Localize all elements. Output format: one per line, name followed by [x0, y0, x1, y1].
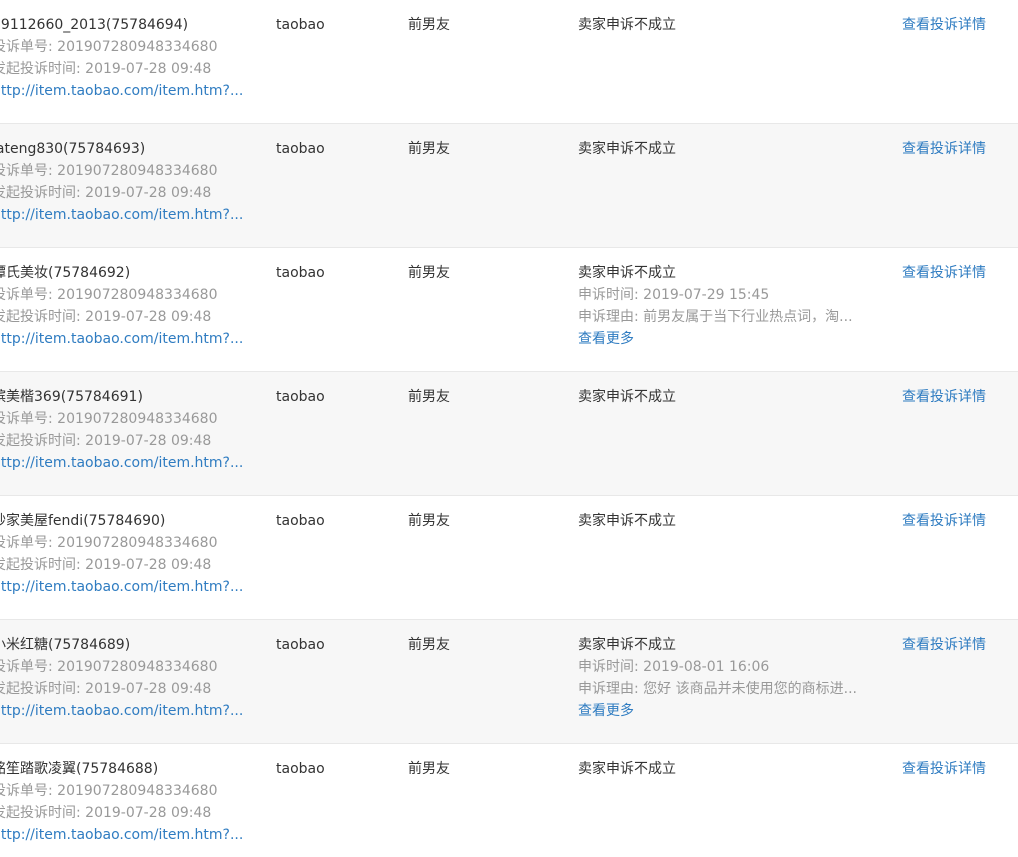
- complaint-number: 投诉单号: 201907280948334680: [0, 783, 218, 799]
- view-complaint-details-link[interactable]: 查看投诉详情: [902, 510, 986, 532]
- filed-time: 发起投诉时间: 2019-07-28 09:48: [0, 681, 212, 697]
- appeal-time: 申诉时间: 2019-07-29 15:45: [578, 287, 770, 303]
- store-name: 铭笙踏歌凌翼(75784688): [0, 761, 159, 777]
- complaint-number: 投诉单号: 201907280948334680: [0, 411, 218, 427]
- view-more-link[interactable]: 查看更多: [578, 700, 878, 722]
- platform-cell: taobao: [276, 761, 325, 777]
- filed-time: 发起投诉时间: 2019-07-28 09:48: [0, 309, 212, 325]
- store-cell: 妙家美屋fendi(75784690) 投诉单号: 20190728094833…: [0, 510, 242, 598]
- store-name: 09112660_2013(75784694): [0, 17, 189, 33]
- status-text: 卖家申诉不成立: [578, 389, 676, 405]
- table-row: 妙家美屋fendi(75784690) 投诉单号: 20190728094833…: [0, 496, 1018, 620]
- filed-time: 发起投诉时间: 2019-07-28 09:48: [0, 805, 212, 821]
- item-link[interactable]: http://item.taobao.com/item.htm?...: [0, 204, 242, 226]
- keyword-cell: 前男友: [408, 265, 450, 281]
- view-more-link[interactable]: 查看更多: [578, 328, 878, 350]
- status-cell: 卖家申诉不成立: [578, 138, 878, 160]
- status-cell: 卖家申诉不成立 申诉时间: 2019-08-01 16:06 申诉理由: 您好 …: [578, 634, 878, 722]
- table-row: iateng830(75784693) 投诉单号: 20190728094833…: [0, 124, 1018, 248]
- item-link[interactable]: http://item.taobao.com/item.htm?...: [0, 700, 242, 722]
- store-cell: 铭笙踏歌凌翼(75784688) 投诉单号: 20190728094833468…: [0, 758, 242, 846]
- keyword-cell: 前男友: [408, 141, 450, 157]
- store-name: 妙家美屋fendi(75784690): [0, 513, 166, 529]
- store-cell: iateng830(75784693) 投诉单号: 20190728094833…: [0, 138, 242, 226]
- platform-cell: taobao: [276, 637, 325, 653]
- status-text: 卖家申诉不成立: [578, 761, 676, 777]
- view-complaint-details-link[interactable]: 查看投诉详情: [902, 262, 986, 284]
- item-link[interactable]: http://item.taobao.com/item.htm?...: [0, 328, 242, 350]
- status-cell: 卖家申诉不成立: [578, 14, 878, 36]
- store-name: 小米红糖(75784689): [0, 637, 131, 653]
- store-name: iateng830(75784693): [0, 141, 146, 157]
- table-row: 谭氏美妆(75784692) 投诉单号: 201907280948334680 …: [0, 248, 1018, 372]
- platform-cell: taobao: [276, 141, 325, 157]
- platform-cell: taobao: [276, 265, 325, 281]
- view-complaint-details-link[interactable]: 查看投诉详情: [902, 14, 986, 36]
- filed-time: 发起投诉时间: 2019-07-28 09:48: [0, 433, 212, 449]
- keyword-cell: 前男友: [408, 17, 450, 33]
- store-cell: 谭氏美妆(75784692) 投诉单号: 201907280948334680 …: [0, 262, 242, 350]
- store-cell: 小米红糖(75784689) 投诉单号: 201907280948334680 …: [0, 634, 242, 722]
- complaint-number: 投诉单号: 201907280948334680: [0, 287, 218, 303]
- status-text: 卖家申诉不成立: [578, 265, 676, 281]
- item-link[interactable]: http://item.taobao.com/item.htm?...: [0, 576, 242, 598]
- appeal-reason: 申诉理由: 前男友属于当下行业热点词，淘...: [578, 309, 853, 325]
- keyword-cell: 前男友: [408, 389, 450, 405]
- appeal-time: 申诉时间: 2019-08-01 16:06: [578, 659, 770, 675]
- item-link[interactable]: http://item.taobao.com/item.htm?...: [0, 452, 242, 474]
- platform-cell: taobao: [276, 17, 325, 33]
- store-name: 谭氏美妆(75784692): [0, 265, 131, 281]
- filed-time: 发起投诉时间: 2019-07-28 09:48: [0, 557, 212, 573]
- appeal-reason: 申诉理由: 您好 该商品并未使用您的商标进...: [578, 681, 857, 697]
- platform-cell: taobao: [276, 513, 325, 529]
- keyword-cell: 前男友: [408, 513, 450, 529]
- filed-time: 发起投诉时间: 2019-07-28 09:48: [0, 185, 212, 201]
- keyword-cell: 前男友: [408, 761, 450, 777]
- complaint-number: 投诉单号: 201907280948334680: [0, 163, 218, 179]
- view-complaint-details-link[interactable]: 查看投诉详情: [902, 386, 986, 408]
- store-name: 缤美楷369(75784691): [0, 389, 143, 405]
- complaint-number: 投诉单号: 201907280948334680: [0, 39, 218, 55]
- view-complaint-details-link[interactable]: 查看投诉详情: [902, 634, 986, 656]
- status-text: 卖家申诉不成立: [578, 637, 676, 653]
- filed-time: 发起投诉时间: 2019-07-28 09:48: [0, 61, 212, 77]
- status-cell: 卖家申诉不成立: [578, 758, 878, 780]
- table-row: 铭笙踏歌凌翼(75784688) 投诉单号: 20190728094833468…: [0, 744, 1018, 857]
- view-complaint-details-link[interactable]: 查看投诉详情: [902, 138, 986, 160]
- item-link[interactable]: http://item.taobao.com/item.htm?...: [0, 824, 242, 846]
- keyword-cell: 前男友: [408, 637, 450, 653]
- status-text: 卖家申诉不成立: [578, 17, 676, 33]
- store-cell: 09112660_2013(75784694) 投诉单号: 2019072809…: [0, 14, 242, 102]
- table-row: 小米红糖(75784689) 投诉单号: 201907280948334680 …: [0, 620, 1018, 744]
- store-cell: 缤美楷369(75784691) 投诉单号: 20190728094833468…: [0, 386, 242, 474]
- view-complaint-details-link[interactable]: 查看投诉详情: [902, 758, 986, 780]
- complaint-number: 投诉单号: 201907280948334680: [0, 535, 218, 551]
- status-text: 卖家申诉不成立: [578, 141, 676, 157]
- status-cell: 卖家申诉不成立 申诉时间: 2019-07-29 15:45 申诉理由: 前男友…: [578, 262, 878, 350]
- status-cell: 卖家申诉不成立: [578, 386, 878, 408]
- platform-cell: taobao: [276, 389, 325, 405]
- complaint-list: 09112660_2013(75784694) 投诉单号: 2019072809…: [0, 0, 1018, 857]
- table-row: 09112660_2013(75784694) 投诉单号: 2019072809…: [0, 0, 1018, 124]
- complaint-number: 投诉单号: 201907280948334680: [0, 659, 218, 675]
- item-link[interactable]: http://item.taobao.com/item.htm?...: [0, 80, 242, 102]
- table-row: 缤美楷369(75784691) 投诉单号: 20190728094833468…: [0, 372, 1018, 496]
- status-text: 卖家申诉不成立: [578, 513, 676, 529]
- status-cell: 卖家申诉不成立: [578, 510, 878, 532]
